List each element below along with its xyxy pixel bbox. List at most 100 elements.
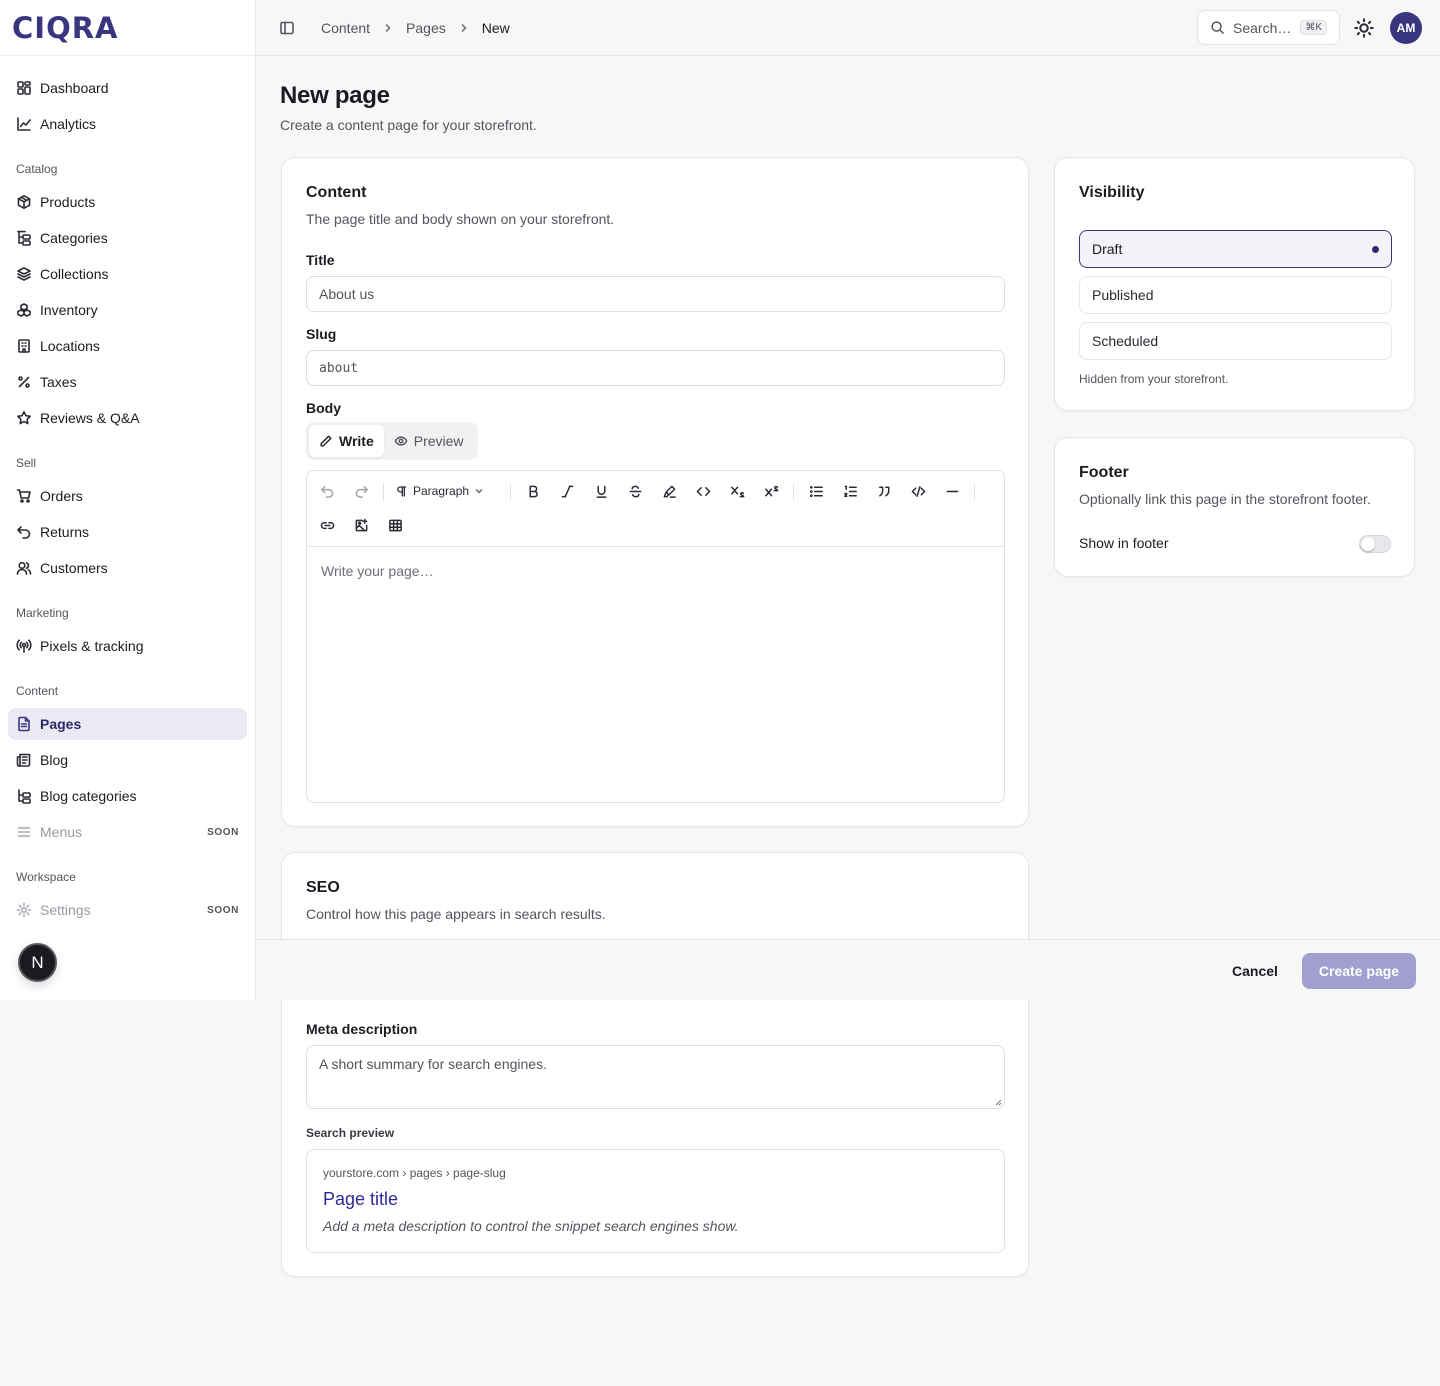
search-shortcut: ⌘K <box>1300 20 1327 35</box>
sidebar-item-products[interactable]: Products <box>8 186 247 218</box>
sidebar-item-returns[interactable]: Returns <box>8 516 247 548</box>
visibility-hint: Hidden from your storefront. <box>1079 372 1229 386</box>
percent-icon <box>18 376 30 388</box>
sidebar-item-label: Orders <box>40 488 83 504</box>
highlight-button[interactable] <box>656 478 682 504</box>
editor-content-area[interactable]: Write your page… <box>321 563 434 579</box>
ordered-list-button[interactable] <box>837 478 863 504</box>
chart-line-icon <box>17 117 31 131</box>
nav-group-workspace: Workspace <box>16 870 76 884</box>
avatar[interactable]: AM <box>1390 12 1422 44</box>
floating-n-badge[interactable]: N <box>18 943 57 982</box>
sidebar-item-categories[interactable]: Categories <box>8 222 247 254</box>
sun-icon[interactable] <box>1354 18 1374 38</box>
meta-description-input[interactable]: A short summary for search engines. <box>306 1045 1005 1109</box>
seo-card: SEO Control how this page appears in sea… <box>281 852 1029 1277</box>
blockquote-button[interactable] <box>871 478 897 504</box>
underline-icon <box>596 485 606 498</box>
superscript-button[interactable] <box>758 478 784 504</box>
sidebar-item-pixels[interactable]: Pixels & tracking <box>8 630 247 662</box>
page-title: New page <box>280 82 390 109</box>
breadcrumb-item-pages[interactable]: Pages <box>406 20 446 36</box>
search-preview-description: Add a meta description to control the sn… <box>323 1218 739 1234</box>
sidebar-item-blog[interactable]: Blog <box>8 744 247 776</box>
minus-icon <box>946 490 958 492</box>
search-preview-box: yourstore.com › pages › page-slug Page t… <box>306 1149 1005 1253</box>
link-button[interactable] <box>314 512 340 538</box>
redo-icon <box>355 485 368 498</box>
pencil-icon <box>320 435 332 447</box>
cancel-button[interactable]: Cancel <box>1222 953 1288 989</box>
meta-description-placeholder: A short summary for search engines. <box>319 1056 547 1072</box>
bullet-list-button[interactable] <box>803 478 829 504</box>
toggle-knob <box>1361 537 1375 551</box>
title-input[interactable]: About us <box>306 276 1005 312</box>
sidebar-item-collections[interactable]: Collections <box>8 258 247 290</box>
redo-button[interactable] <box>348 478 374 504</box>
tab-write[interactable]: Write <box>309 425 384 457</box>
seo-card-title: SEO <box>306 879 340 896</box>
sidebar-toggle-button[interactable] <box>273 14 301 42</box>
create-page-button[interactable]: Create page <box>1302 953 1416 989</box>
italic-button[interactable] <box>554 478 580 504</box>
breadcrumb-item-content[interactable]: Content <box>321 20 370 36</box>
visibility-card: Visibility Draft Published Scheduled Hid… <box>1054 157 1415 411</box>
visibility-option-published[interactable]: Published <box>1079 276 1392 314</box>
quote-icon <box>878 486 889 496</box>
sidebar-item-label: Products <box>40 194 96 210</box>
breadcrumb-item-current: New <box>481 19 510 36</box>
sidebar-item-label: Pixels & tracking <box>40 638 144 654</box>
nav-group-content: Content <box>16 684 59 698</box>
body-tabs: Write Preview <box>306 422 478 460</box>
search-preview-label: Search preview <box>306 1126 395 1140</box>
slug-placeholder: about <box>319 360 359 376</box>
search-button[interactable]: Search… ⌘K <box>1197 10 1340 45</box>
show-in-footer-label: Show in footer <box>1079 535 1169 551</box>
bold-button[interactable] <box>520 478 546 504</box>
footer-card: Footer Optionally link this page in the … <box>1054 437 1415 577</box>
inline-code-button[interactable] <box>690 478 716 504</box>
table-button[interactable] <box>382 512 408 538</box>
slug-input[interactable]: about <box>306 350 1005 386</box>
italic-icon <box>561 485 573 497</box>
sidebar-item-analytics[interactable]: Analytics <box>8 108 247 140</box>
link-icon <box>320 521 334 529</box>
newspaper-icon <box>16 753 31 767</box>
footer-card-title: Footer <box>1079 464 1129 481</box>
sidebar-item-reviews[interactable]: Reviews & Q&A <box>8 402 247 434</box>
code-block-button[interactable] <box>905 478 931 504</box>
undo-icon <box>320 485 333 498</box>
tree-icon <box>17 230 31 246</box>
sidebar-item-pages[interactable]: Pages <box>8 708 247 740</box>
search-preview-url: yourstore.com › pages › page-slug <box>323 1166 506 1180</box>
eye-icon <box>394 436 408 446</box>
visibility-option-label: Published <box>1092 287 1154 303</box>
subscript-icon <box>730 486 744 497</box>
sidebar-item-blog-categories[interactable]: Blog categories <box>8 780 247 812</box>
underline-button[interactable] <box>588 478 614 504</box>
sidebar-item-orders[interactable]: Orders <box>8 480 247 512</box>
subscript-button[interactable] <box>724 478 750 504</box>
highlighter-icon <box>663 485 676 498</box>
resize-handle-icon[interactable] <box>994 1098 1002 1106</box>
sidebar-item-locations[interactable]: Locations <box>8 330 247 362</box>
block-style-select[interactable]: Paragraph <box>395 478 489 504</box>
sidebar: CIQRA Dashboard Analytics Catalog Produc… <box>0 0 256 1000</box>
nav-group-sell: Sell <box>16 456 37 470</box>
chevron-right-icon <box>461 23 467 32</box>
brand-logo[interactable]: CIQRA <box>0 0 255 56</box>
table-icon <box>388 519 402 531</box>
sidebar-item-taxes[interactable]: Taxes <box>8 366 247 398</box>
strikethrough-button[interactable] <box>622 478 648 504</box>
tab-preview[interactable]: Preview <box>384 425 474 457</box>
code-slash-icon <box>911 485 925 497</box>
undo-button[interactable] <box>314 478 340 504</box>
horizontal-rule-button[interactable] <box>939 478 965 504</box>
show-in-footer-toggle[interactable] <box>1359 535 1391 553</box>
sidebar-item-customers[interactable]: Customers <box>8 552 247 584</box>
visibility-option-scheduled[interactable]: Scheduled <box>1079 322 1392 360</box>
visibility-option-draft[interactable]: Draft <box>1079 230 1392 268</box>
image-button[interactable] <box>348 512 374 538</box>
sidebar-item-dashboard[interactable]: Dashboard <box>8 72 247 104</box>
sidebar-item-inventory[interactable]: Inventory <box>8 294 247 326</box>
